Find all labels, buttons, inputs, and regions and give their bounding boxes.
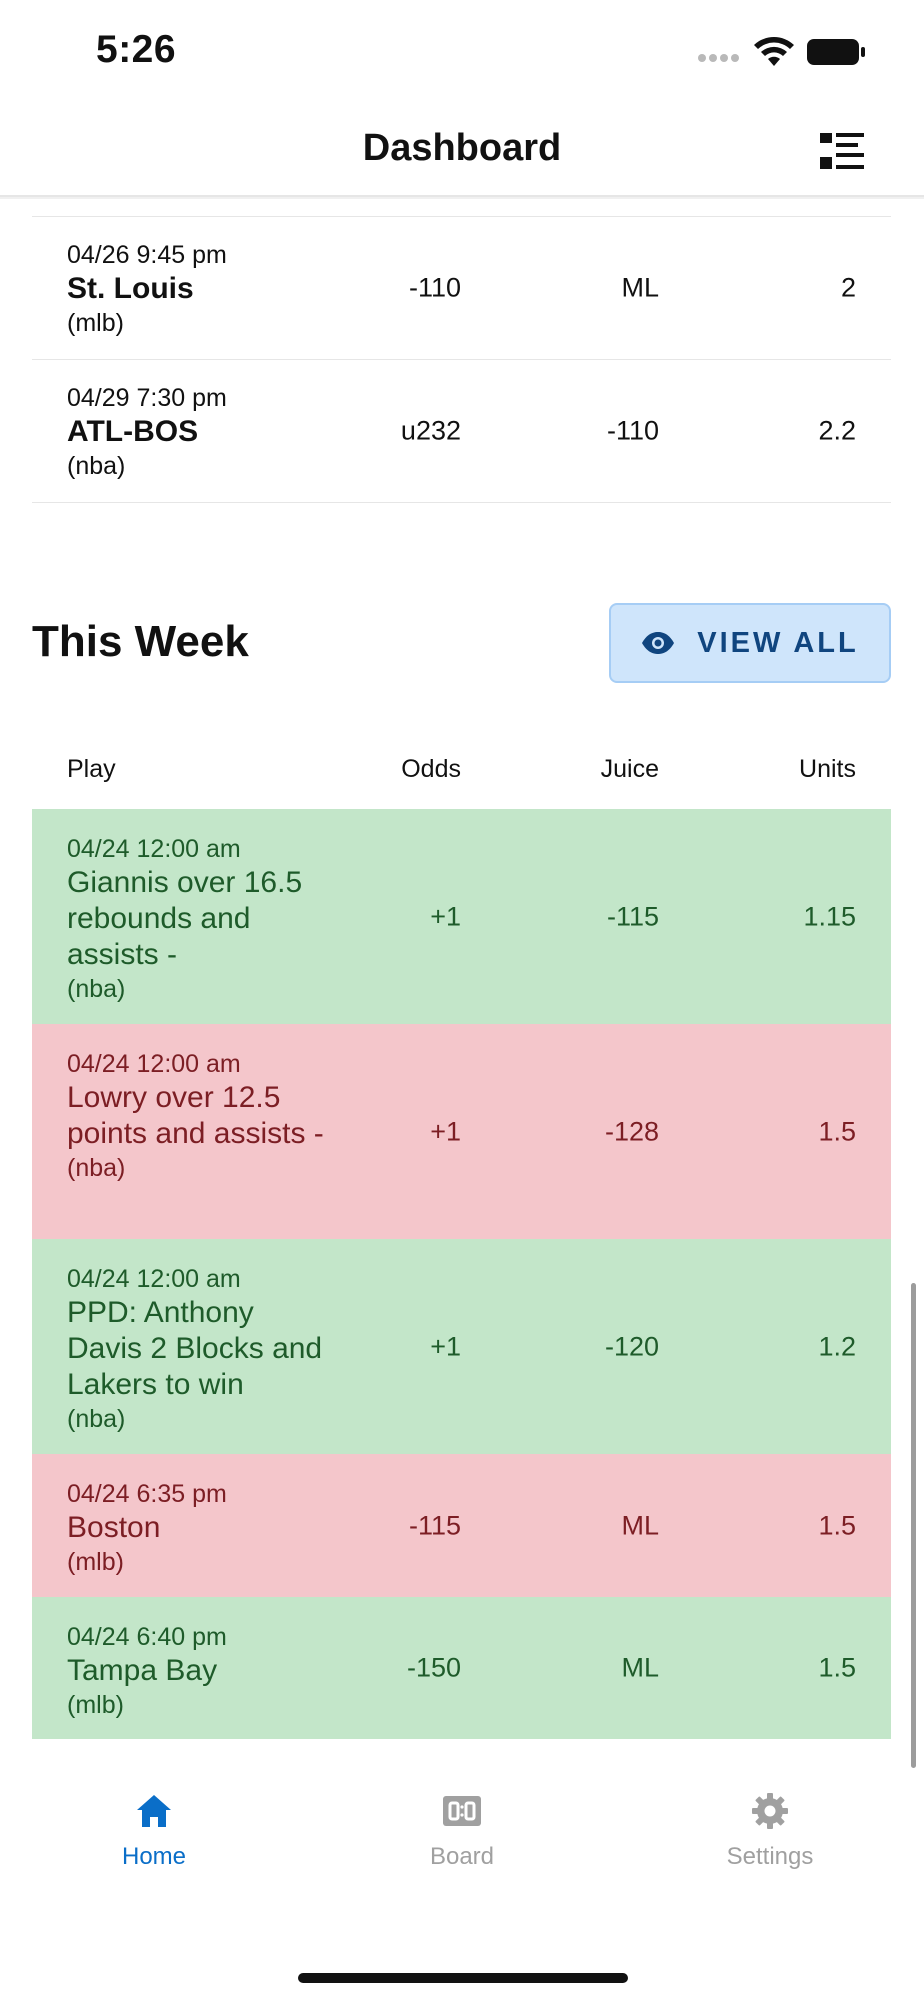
team-name: ATL-BOS <box>67 415 199 448</box>
game-datetime: 04/24 12:00 am <box>67 835 241 863</box>
league-label: (mlb) <box>67 1548 124 1576</box>
play-cell: 04/24 12:00 am PPD: Anthony Davis 2 Bloc… <box>67 1263 327 1435</box>
tab-label: Home <box>121 1843 187 1870</box>
juice-value: -128 <box>604 1116 659 1146</box>
column-header-units: Units <box>799 755 856 783</box>
play-description: Tampa Bay <box>67 1654 218 1687</box>
game-datetime: 04/24 6:35 pm <box>67 1480 227 1508</box>
play-cell: 04/26 9:45 pm St. Louis (mlb) <box>67 239 327 339</box>
league-label: (mlb) <box>67 309 124 337</box>
column-header-play: Play <box>67 755 116 783</box>
column-header-odds: Odds <box>401 755 461 783</box>
juice-value: ML <box>621 1652 659 1683</box>
units-value: 1.5 <box>818 1652 856 1683</box>
table-row[interactable]: 04/26 9:45 pm St. Louis (mlb) -110 ML 2 <box>32 217 891 360</box>
odds-value: u232 <box>400 415 461 446</box>
units-value: 1.5 <box>818 1510 856 1540</box>
odds-value: +1 <box>430 1116 461 1146</box>
view-all-label: VIEW ALL <box>697 626 859 659</box>
units-value: 1.5 <box>818 1116 856 1146</box>
table-row[interactable]: 04/29 7:30 pm ATL-BOS (nba) u232 -110 2.… <box>32 360 891 503</box>
tab-board[interactable]: Board <box>308 1771 616 1891</box>
scoreboard-icon <box>443 1796 481 1826</box>
juice-value: ML <box>621 1510 659 1540</box>
juice-value: ML <box>621 272 659 303</box>
section-title: This Week <box>32 617 249 666</box>
this-week-card: This Week VIEW ALL Play Odds Juice Units… <box>0 569 924 1771</box>
league-label: (mlb) <box>67 1691 124 1719</box>
cellular-signal-icon <box>698 54 742 66</box>
page-title: Dashboard <box>362 127 562 169</box>
league-label: (nba) <box>67 1405 126 1433</box>
units-value: 2.2 <box>818 415 856 446</box>
juice-value: -110 <box>606 415 659 446</box>
league-label: (nba) <box>67 452 126 480</box>
column-header-juice: Juice <box>600 755 659 783</box>
play-cell: 04/24 6:40 pm Tampa Bay (mlb) <box>67 1621 327 1721</box>
league-label: (nba) <box>67 1154 126 1182</box>
juice-value: -120 <box>604 1331 659 1361</box>
table-row[interactable]: 04/24 12:00 am PPD: Anthony Davis 2 Bloc… <box>32 1239 891 1454</box>
juice-value: -115 <box>606 901 659 931</box>
odds-value: -115 <box>408 1510 461 1540</box>
game-datetime: 04/24 12:00 am <box>67 1050 241 1078</box>
table-row[interactable]: 04/24 12:00 am Lowry over 12.5 points an… <box>32 1024 891 1239</box>
play-cell: 04/24 12:00 am Lowry over 12.5 points an… <box>67 1048 327 1184</box>
units-value: 1.2 <box>818 1331 856 1361</box>
dashboard-content[interactable]: 04/26 9:45 pm St. Louis (mlb) -110 ML 2 … <box>0 199 924 1771</box>
status-bar: 5:26 <box>0 0 924 105</box>
home-indicator[interactable] <box>298 1973 628 1983</box>
odds-value: -150 <box>406 1652 461 1683</box>
play-description: Giannis over 16.5 rebounds and assists - <box>67 866 303 971</box>
status-time: 5:26 <box>96 28 177 71</box>
odds-value: +1 <box>430 901 461 931</box>
play-cell: 04/24 6:35 pm Boston (mlb) <box>67 1478 327 1578</box>
units-value: 2 <box>840 272 856 303</box>
scrollbar[interactable] <box>911 1283 916 1768</box>
list-menu-icon[interactable] <box>820 131 864 171</box>
view-all-button[interactable]: VIEW ALL <box>609 603 891 683</box>
play-description: Boston <box>67 1511 161 1544</box>
eye-icon <box>642 632 675 654</box>
table-row[interactable]: 04/24 6:40 pm Tampa Bay (mlb) -150 ML 1.… <box>32 1597 891 1739</box>
nav-bar: Dashboard <box>0 105 924 197</box>
gear-icon <box>752 1793 788 1829</box>
team-name: St. Louis <box>67 272 194 305</box>
game-datetime: 04/24 6:40 pm <box>67 1623 227 1651</box>
odds-value: -110 <box>408 272 461 303</box>
home-icon <box>137 1795 171 1827</box>
odds-value: +1 <box>430 1331 461 1361</box>
battery-icon <box>807 39 865 65</box>
tab-bar: Home Board Settings <box>0 1771 924 2000</box>
game-datetime: 04/24 12:00 am <box>67 1265 241 1293</box>
play-cell: 04/24 12:00 am Giannis over 16.5 rebound… <box>67 833 327 1005</box>
game-datetime: 04/29 7:30 pm <box>67 384 227 412</box>
league-label: (nba) <box>67 975 126 1003</box>
game-datetime: 04/26 9:45 pm <box>67 241 227 269</box>
wifi-icon <box>754 37 794 66</box>
tab-settings[interactable]: Settings <box>616 1771 924 1891</box>
play-description: PPD: Anthony Davis 2 Blocks and Lakers t… <box>67 1296 323 1401</box>
tab-label: Board <box>429 1843 495 1870</box>
table-row[interactable]: 04/24 12:00 am Giannis over 16.5 rebound… <box>32 809 891 1024</box>
play-cell: 04/29 7:30 pm ATL-BOS (nba) <box>67 382 327 482</box>
tab-home[interactable]: Home <box>0 1771 308 1891</box>
tab-label: Settings <box>726 1843 814 1870</box>
table-row[interactable]: 04/24 6:35 pm Boston (mlb) -115 ML 1.5 <box>32 1454 891 1597</box>
units-value: 1.15 <box>803 901 856 931</box>
play-description: Lowry over 12.5 points and assists - <box>67 1081 324 1150</box>
